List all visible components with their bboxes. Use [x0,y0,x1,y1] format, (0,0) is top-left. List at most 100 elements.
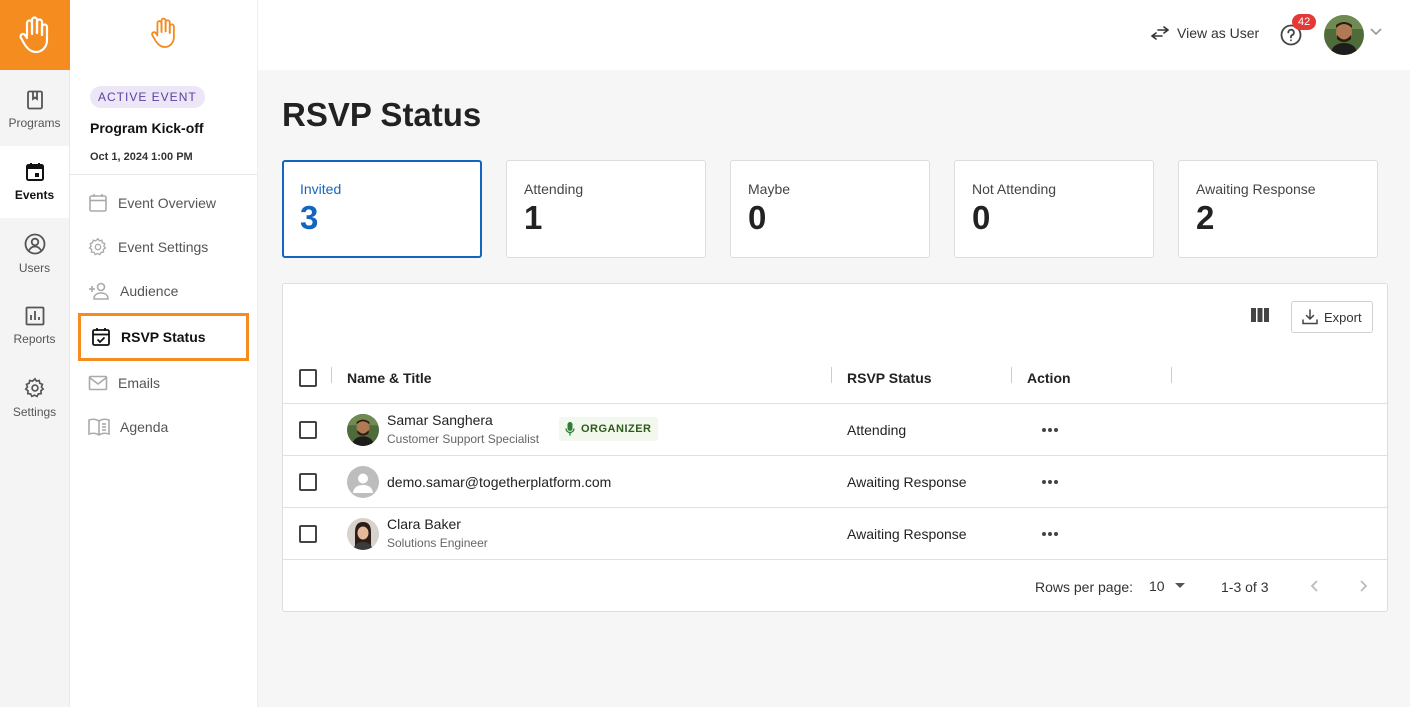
more-actions-icon[interactable] [1041,522,1059,546]
book-open-icon [88,418,110,436]
view-as-user-button[interactable]: View as User [1151,25,1259,41]
attendee-title: Customer Support Specialist [387,432,540,446]
column-divider [1171,367,1172,383]
summary-value: 0 [972,199,991,236]
nav-item-emails[interactable]: Emails [70,361,257,405]
export-label: Export [1324,309,1362,325]
summary-card-not-attending[interactable]: Not Attending 0 [954,160,1154,258]
nav-item-event-overview[interactable]: Event Overview [70,181,257,225]
chevron-right-icon[interactable] [1353,576,1373,596]
event-sidebar: ACTIVE EVENT Program Kick-off Oct 1, 202… [70,0,258,707]
column-header-rsvp-status[interactable]: RSVP Status [847,370,932,386]
nav-label: RSVP Status [121,329,206,345]
notification-badge[interactable]: 42 [1292,14,1317,30]
rsvp-summary-cards: Invited 3 Attending 1 Maybe 0 Not Attend… [282,160,1378,258]
nav-label: Event Overview [118,195,217,211]
summary-card-maybe[interactable]: Maybe 0 [730,160,930,258]
brand-logo [70,0,257,66]
summary-label: Invited [300,181,342,197]
calendar-icon [25,163,44,181]
nav-label: Audience [120,283,179,299]
table-row[interactable]: demo.samar@togetherplatform.com Awaiting… [283,456,1387,508]
attendee-name: Clara Baker [387,516,461,532]
download-icon [1302,309,1318,325]
rail-item-users[interactable]: Users [0,218,69,290]
rsvp-status: Awaiting Response [847,474,967,490]
select-all-checkbox[interactable] [299,369,317,387]
nav-label: Agenda [120,419,169,435]
user-avatar[interactable] [1324,15,1364,55]
more-actions-icon[interactable] [1041,470,1059,494]
rows-per-page-select[interactable]: 10 [1149,578,1185,594]
active-event-badge: ACTIVE EVENT [90,86,205,108]
rail-label: Settings [12,405,57,419]
event-nav: Event Overview Event Settings Audience R… [70,181,257,449]
summary-label: Maybe [748,181,791,197]
chevron-left-icon[interactable] [1305,576,1325,596]
summary-label: Not Attending [972,181,1057,197]
summary-value: 1 [524,199,543,236]
gear-icon [24,377,44,398]
hand-logo-icon [150,17,175,48]
summary-card-awaiting-response[interactable]: Awaiting Response 2 [1178,160,1378,258]
table-row[interactable]: Clara Baker Solutions Engineer Awaiting … [283,508,1387,560]
event-name: Program Kick-off [90,120,204,136]
book-icon [26,90,43,110]
table-row[interactable]: Samar Sanghera Customer Support Speciali… [283,404,1387,456]
rail-item-reports[interactable]: Reports [0,290,69,362]
rsvp-status: Awaiting Response [847,526,967,542]
icon-rail: Programs Events Users Reports Settings [0,0,70,707]
attendee-name: demo.samar@togetherplatform.com [387,474,612,490]
gear-icon [88,237,107,256]
table-pagination: Rows per page: 10 1-3 of 3 [283,560,1387,612]
avatar [347,414,379,446]
event-date: Oct 1, 2024 1:00 PM [90,151,193,163]
nav-item-agenda[interactable]: Agenda [70,405,257,449]
summary-card-invited[interactable]: Invited 3 [282,160,482,258]
nav-item-event-settings[interactable]: Event Settings [70,225,257,269]
more-actions-icon[interactable] [1041,418,1059,442]
hand-logo-icon [19,16,49,54]
rail-item-settings[interactable]: Settings [0,362,69,434]
rows-per-page-value: 10 [1149,578,1165,594]
summary-value: 2 [1196,199,1215,236]
column-header-name[interactable]: Name & Title [347,370,432,386]
rail-item-programs[interactable]: Programs [0,74,69,146]
top-bar: View as User 42 [258,0,1410,70]
organizer-tag: ORGANIZER [559,417,658,441]
calendar-icon [89,194,107,212]
rsvp-status: Attending [847,422,907,438]
column-header-action[interactable]: Action [1027,370,1071,386]
summary-value: 3 [300,199,319,236]
person-icon [347,466,379,498]
column-divider [1011,367,1012,383]
attendee-name: Samar Sanghera [387,412,493,428]
row-checkbox[interactable] [299,421,317,439]
mail-icon [88,375,108,391]
row-checkbox[interactable] [299,473,317,491]
rail-label: Reports [13,332,56,346]
nav-label: Emails [118,375,161,391]
table-header: Name & Title RSVP Status Action [283,354,1387,404]
calendar-check-icon [92,328,110,346]
column-divider [331,367,332,383]
avatar [347,518,379,550]
summary-card-attending[interactable]: Attending 1 [506,160,706,258]
summary-label: Awaiting Response [1196,181,1316,197]
bar-chart-icon [25,306,44,326]
rsvp-table-panel: Export Name & Title RSVP Status Action S… [282,283,1388,612]
swap-arrows-icon [1151,26,1169,40]
rail-item-events[interactable]: Events [0,146,69,218]
columns-icon[interactable] [1251,308,1269,322]
pagination-range: 1-3 of 3 [1221,579,1269,595]
avatar-placeholder [347,466,379,498]
nav-item-rsvp-status[interactable]: RSVP Status [78,313,249,361]
export-button[interactable]: Export [1291,301,1373,333]
app-logo[interactable] [0,0,70,70]
rail-label: Users [18,261,51,275]
view-as-user-label: View as User [1177,25,1260,41]
chevron-down-icon[interactable] [1370,28,1382,36]
row-checkbox[interactable] [299,525,317,543]
organizer-label: ORGANIZER [581,423,652,435]
nav-item-audience[interactable]: Audience [70,269,257,313]
